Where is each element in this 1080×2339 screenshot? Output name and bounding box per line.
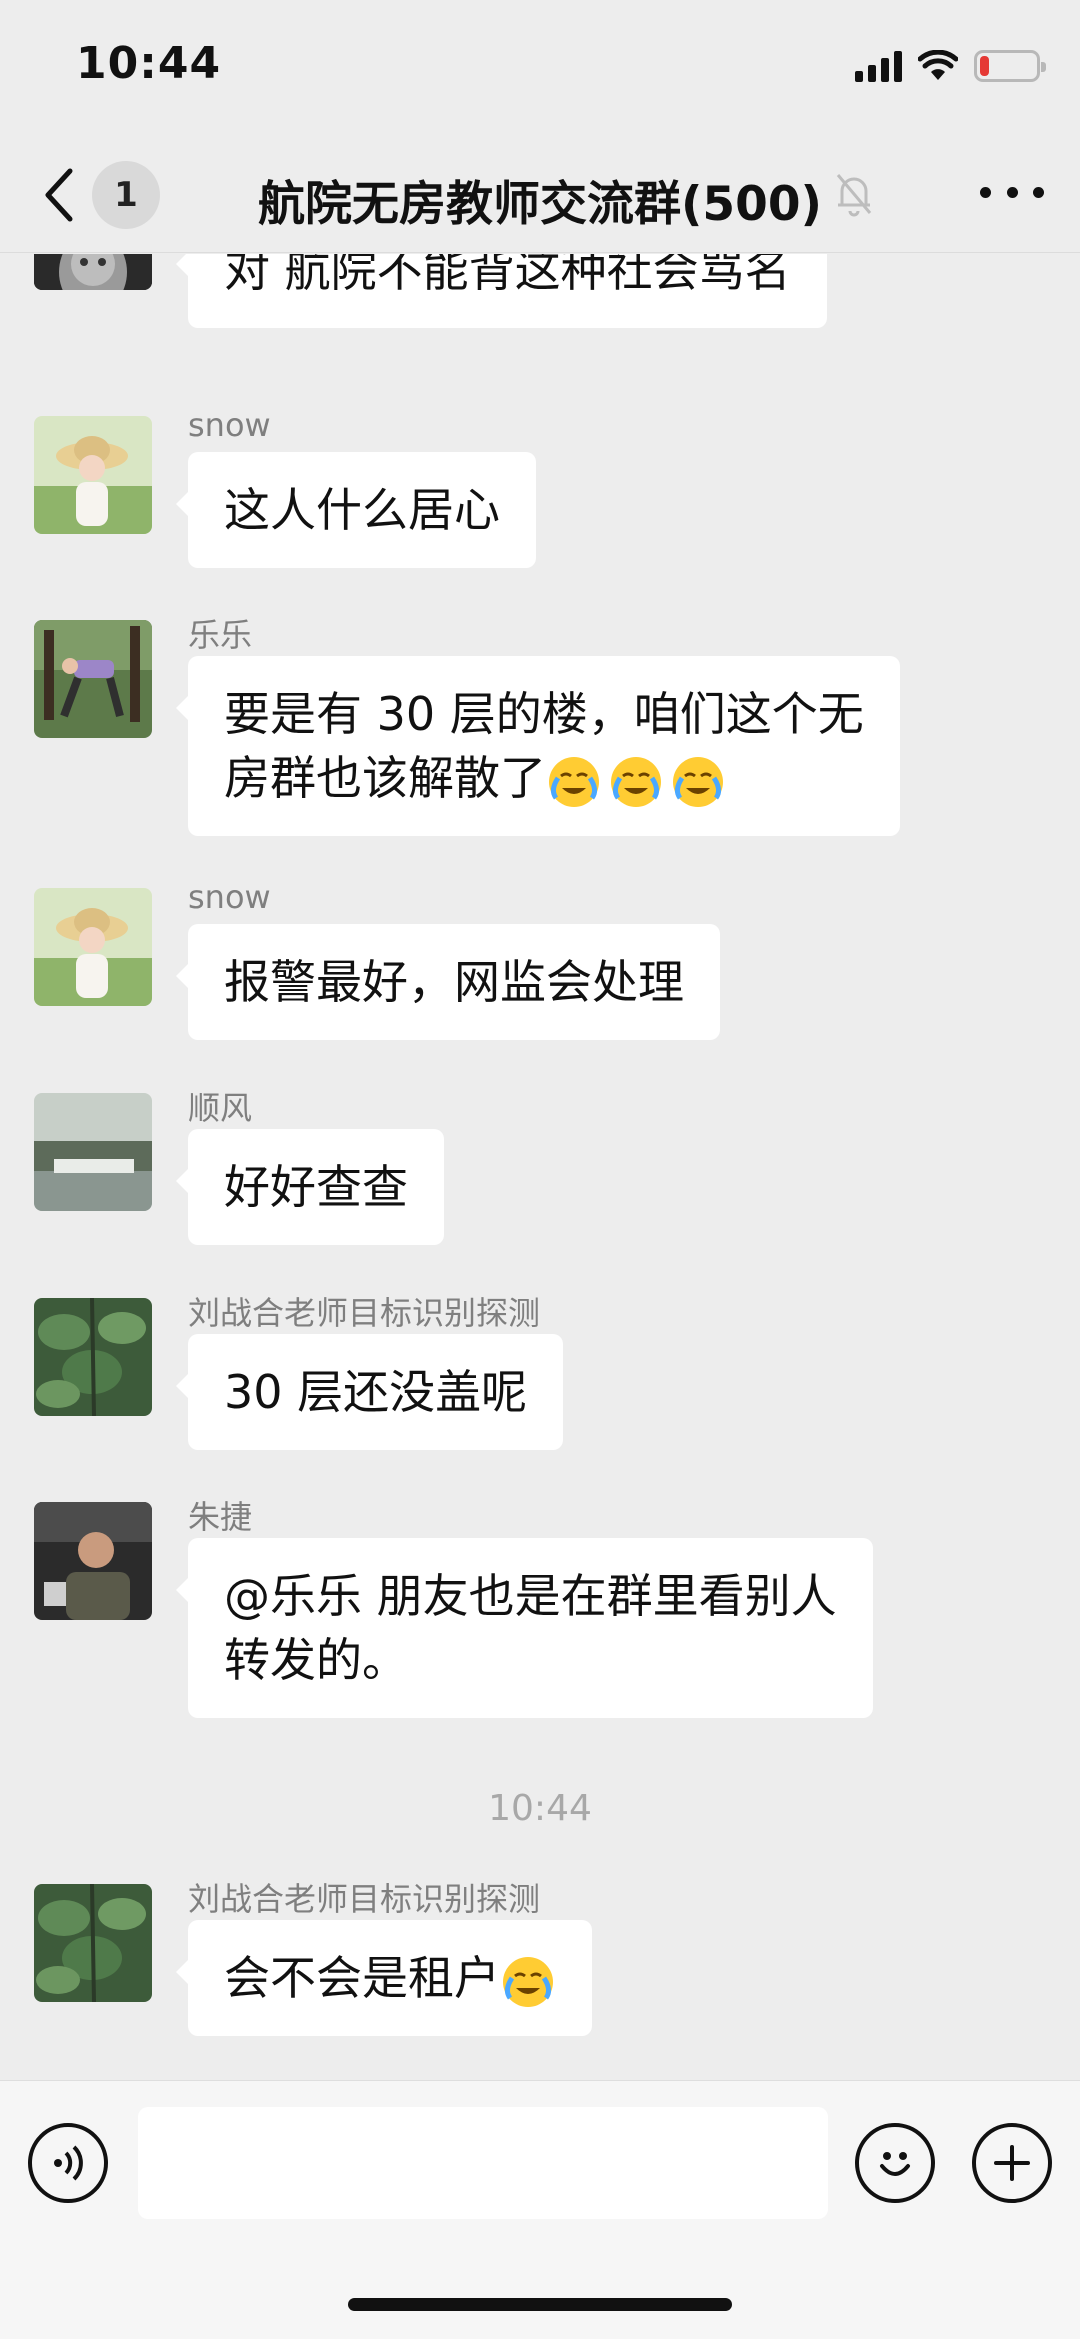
message-bubble[interactable]: 好好查查 [176, 1129, 444, 1245]
face-with-tears-icon [549, 756, 599, 807]
landscape-avatar[interactable] [34, 1093, 152, 1211]
message-text: 30 层还没盖呢 [224, 1365, 528, 1419]
sender-name: 刘战合老师目标识别探测 [188, 1880, 541, 1918]
message-text-line: 房群也该解散了 [224, 746, 864, 810]
sender-name: 乐乐 [188, 616, 253, 654]
girl-straw-hat-avatar[interactable] [34, 888, 152, 1006]
outdoor-person-avatar[interactable] [34, 620, 152, 738]
sender-name: 顺风 [188, 1089, 253, 1127]
message-bubble[interactable]: 报警最好，网监会处理 [176, 924, 720, 1040]
message-text: 好好查查 [224, 1160, 408, 1214]
message-bubble[interactable]: 对 航院不能背这种社会骂名 [176, 254, 827, 328]
chat-area[interactable]: 对 航院不能背这种社会骂名 snow 这人什么居心 乐乐 要是有 30 层的楼，… [0, 254, 1080, 2080]
message-text-line: 要是有 30 层的楼，咱们这个无 [224, 687, 864, 741]
status-time: 10:44 [76, 38, 222, 89]
message-bubble[interactable]: 30 层还没盖呢 [175, 1334, 564, 1450]
sender-name: snow [188, 406, 271, 444]
message-bubble[interactable]: 会不会是租户 [176, 1920, 592, 2036]
emoji-group [546, 754, 726, 810]
cat-avatar[interactable] [34, 254, 152, 290]
message-bubble[interactable]: 这人什么居心 [176, 452, 536, 568]
message-text-line: @乐乐 朋友也是在群里看别人 [224, 1569, 837, 1623]
home-indicator [348, 2298, 732, 2311]
message-bubble[interactable]: 要是有 30 层的楼，咱们这个无 房群也该解散了 [176, 656, 900, 836]
message-text: 会不会是租户 [224, 1951, 500, 2005]
time-separator: 10:44 [488, 1788, 592, 1829]
message-text: 报警最好，网监会处理 [224, 955, 684, 1009]
message-bubble[interactable]: @乐乐 朋友也是在群里看别人 转发的。 [176, 1538, 873, 1718]
face-with-tears-icon [673, 756, 723, 807]
sender-name: 朱捷 [188, 1498, 253, 1536]
smiley-face-icon [880, 2152, 910, 2176]
message-input[interactable] [138, 2107, 828, 2219]
more-functions-button[interactable] [972, 2123, 1052, 2203]
sender-name: 刘战合老师目标识别探测 [188, 1294, 541, 1332]
face-with-tears-icon [503, 1956, 553, 2007]
message-text: 这人什么居心 [224, 483, 500, 537]
emoji-button[interactable] [855, 2123, 935, 2203]
message-text: 对 航院不能背这种社会骂名 [224, 254, 791, 297]
leaves-avatar[interactable] [34, 1884, 152, 2002]
status-icons [855, 46, 1046, 86]
battery-level [980, 56, 989, 76]
status-bar: 10:44 [0, 0, 1080, 135]
message-text-line: 转发的。 [224, 1633, 408, 1687]
wifi-icon [918, 50, 958, 80]
cellular-signal-icon [855, 50, 902, 82]
nav-bar: 1 航院无房教师交流群(500) [0, 135, 1080, 253]
face-with-tears-icon [611, 756, 661, 807]
voice-input-button[interactable] [28, 2123, 108, 2203]
chat-title: 航院无房教师交流群(500) [257, 177, 823, 232]
mute-bell-icon [836, 174, 872, 217]
more-options-button[interactable] [980, 177, 1044, 207]
girl-straw-hat-avatar[interactable] [34, 416, 152, 534]
battery-icon [974, 50, 1046, 82]
sender-name: snow [188, 878, 271, 916]
man-avatar[interactable] [34, 1502, 152, 1620]
plus-icon [994, 2145, 1030, 2181]
voice-wave-icon [54, 2145, 83, 2181]
leaves-avatar[interactable] [34, 1298, 152, 1416]
